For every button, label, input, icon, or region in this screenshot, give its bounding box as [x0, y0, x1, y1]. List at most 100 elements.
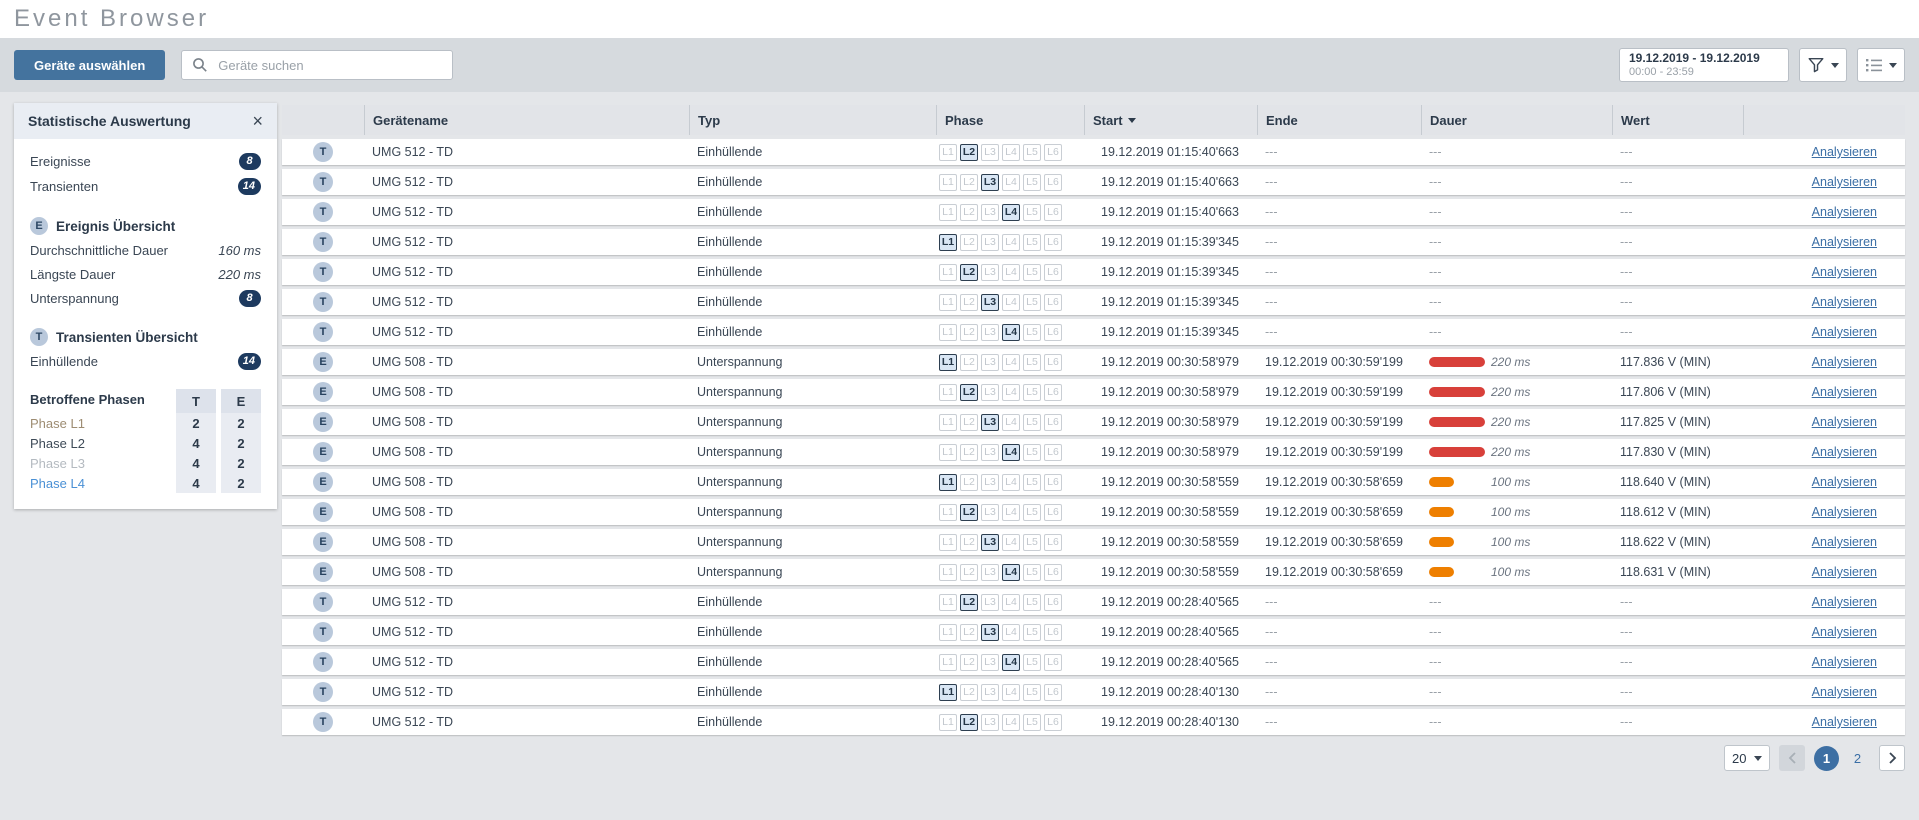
value-cell: 118.612 V (MIN) [1620, 505, 1711, 519]
analyze-link[interactable]: Analysieren [1812, 505, 1877, 519]
toolbar: Geräte auswählen 19.12.2019 - 19.12.2019… [0, 38, 1919, 92]
analyze-link[interactable]: Analysieren [1812, 625, 1877, 639]
phase-box-l1: L1 [939, 443, 957, 461]
end-time-cell: --- [1265, 595, 1278, 609]
select-devices-button[interactable]: Geräte auswählen [14, 50, 166, 80]
affected-phases-title: Betroffene Phasen [30, 391, 145, 407]
phase-t-count: 2 [176, 413, 216, 433]
analyze-link[interactable]: Analysieren [1812, 295, 1877, 309]
event-table: Gerätename Typ Phase Start Ende Dauer Wert T U… [282, 105, 1905, 735]
analyze-link[interactable]: Analysieren [1812, 475, 1877, 489]
device-name-cell: UMG 512 - TD [372, 595, 454, 609]
page-size-select[interactable]: 20 [1724, 745, 1770, 771]
next-page-button[interactable] [1879, 745, 1905, 771]
device-name-cell: UMG 512 - TD [372, 235, 454, 249]
column-header-typ[interactable]: Typ [689, 105, 936, 135]
phase-row: Phase L4 4 2 [30, 473, 261, 493]
value-cell: --- [1620, 325, 1633, 339]
analyze-link[interactable]: Analysieren [1812, 715, 1877, 729]
device-name-cell: UMG 512 - TD [372, 655, 454, 669]
analyze-link[interactable]: Analysieren [1812, 415, 1877, 429]
analyze-link[interactable]: Analysieren [1812, 355, 1877, 369]
phase-indicators: L1 L2 L3 L4 L5 L6 [936, 623, 1084, 641]
table-header-row: Gerätename Typ Phase Start Ende Dauer Wert [282, 105, 1905, 135]
event-type-cell: Einhüllende [697, 595, 763, 609]
column-header-dauer[interactable]: Dauer [1421, 105, 1612, 135]
phase-e-count: 2 [221, 453, 261, 473]
device-name-cell: UMG 512 - TD [372, 715, 454, 729]
phase-box-l3: L3 [981, 593, 999, 611]
start-time-cell: 19.12.2019 00:28:40'130 [1101, 715, 1239, 729]
phase-box-l6: L6 [1044, 383, 1062, 401]
phase-box-l2: L2 [960, 233, 978, 251]
duration-value: 100 ms [1491, 565, 1531, 579]
table-row: T UMG 512 - TD Einhüllende L1 L2 L3 L4 L5 L6 … [282, 199, 1905, 225]
column-header-ende[interactable]: Ende [1257, 105, 1421, 135]
analyze-link[interactable]: Analysieren [1812, 535, 1877, 549]
phase-box-l2: L2 [960, 203, 978, 221]
page-button-2[interactable]: 2 [1845, 746, 1870, 771]
value-cell: --- [1620, 715, 1633, 729]
page-button-1[interactable]: 1 [1814, 745, 1839, 771]
transient-overview-header: T Transienten Übersicht [30, 325, 261, 349]
device-search[interactable] [181, 50, 454, 80]
phase-box-l2: L2 [960, 593, 978, 611]
search-input[interactable] [216, 56, 443, 74]
phase-box-l2: L2 [960, 623, 978, 641]
phase-box-l2: L2 [960, 443, 978, 461]
phase-row: Phase L1 2 2 [30, 413, 261, 433]
filter-button[interactable] [1799, 48, 1847, 82]
analyze-link[interactable]: Analysieren [1812, 685, 1877, 699]
duration-cell: --- [1429, 595, 1442, 609]
previous-page-button[interactable] [1779, 745, 1805, 771]
device-name-cell: UMG 508 - TD [372, 415, 454, 429]
list-icon [1865, 57, 1883, 73]
close-icon[interactable]: × [252, 112, 263, 130]
phase-box-l6: L6 [1044, 173, 1062, 191]
phase-box-l6: L6 [1044, 323, 1062, 341]
device-name-cell: UMG 508 - TD [372, 565, 454, 579]
column-header-gerätename[interactable]: Gerätename [364, 105, 689, 135]
phase-box-l4: L4 [1002, 563, 1020, 581]
view-options-button[interactable] [1857, 48, 1905, 82]
analyze-link[interactable]: Analysieren [1812, 655, 1877, 669]
analyze-link[interactable]: Analysieren [1812, 145, 1877, 159]
phase-box-l6: L6 [1044, 593, 1062, 611]
analyze-link[interactable]: Analysieren [1812, 325, 1877, 339]
column-header-phase[interactable]: Phase [936, 105, 1084, 135]
analyze-link[interactable]: Analysieren [1812, 565, 1877, 579]
event-type-t-icon: T [30, 328, 48, 346]
analyze-link[interactable]: Analysieren [1812, 265, 1877, 279]
device-name-cell: UMG 512 - TD [372, 265, 454, 279]
analyze-link[interactable]: Analysieren [1812, 445, 1877, 459]
column-header-0[interactable] [282, 105, 364, 135]
phase-indicators: L1 L2 L3 L4 L5 L6 [936, 233, 1084, 251]
phase-box-l5: L5 [1023, 563, 1041, 581]
phase-box-l3: L3 [981, 653, 999, 671]
column-header-start[interactable]: Start [1084, 105, 1257, 135]
analyze-link[interactable]: Analysieren [1812, 205, 1877, 219]
date-range-picker[interactable]: 19.12.2019 - 19.12.2019 00:00 - 23:59 [1619, 48, 1789, 82]
duration-cell: 220 ms [1421, 385, 1612, 399]
analyze-link[interactable]: Analysieren [1812, 175, 1877, 189]
phase-box-l5: L5 [1023, 533, 1041, 551]
start-time-cell: 19.12.2019 00:30:58'979 [1101, 355, 1239, 369]
analyze-link[interactable]: Analysieren [1812, 595, 1877, 609]
analyze-link[interactable]: Analysieren [1812, 385, 1877, 399]
value-cell: 117.806 V (MIN) [1620, 385, 1711, 399]
value-cell: --- [1620, 205, 1633, 219]
duration-value: 220 ms [1491, 415, 1531, 429]
event-counts: Ereignisse 8 Transienten 14 [30, 149, 261, 199]
phase-e-count: 2 [221, 413, 261, 433]
start-time-cell: 19.12.2019 00:30:58'559 [1101, 475, 1239, 489]
analyze-link[interactable]: Analysieren [1812, 235, 1877, 249]
phase-box-l1: L1 [939, 353, 957, 371]
column-header-8[interactable] [1743, 105, 1905, 135]
column-header-wert[interactable]: Wert [1612, 105, 1743, 135]
value-cell: 117.825 V (MIN) [1620, 415, 1711, 429]
table-row: T UMG 512 - TD Einhüllende L1 L2 L3 L4 L5 L6 … [282, 259, 1905, 285]
phase-box-l3: L3 [981, 263, 999, 281]
event-type-cell: Unterspannung [697, 385, 783, 399]
duration-cell: 100 ms [1421, 475, 1612, 489]
app-header: Event Browser [0, 0, 1919, 38]
